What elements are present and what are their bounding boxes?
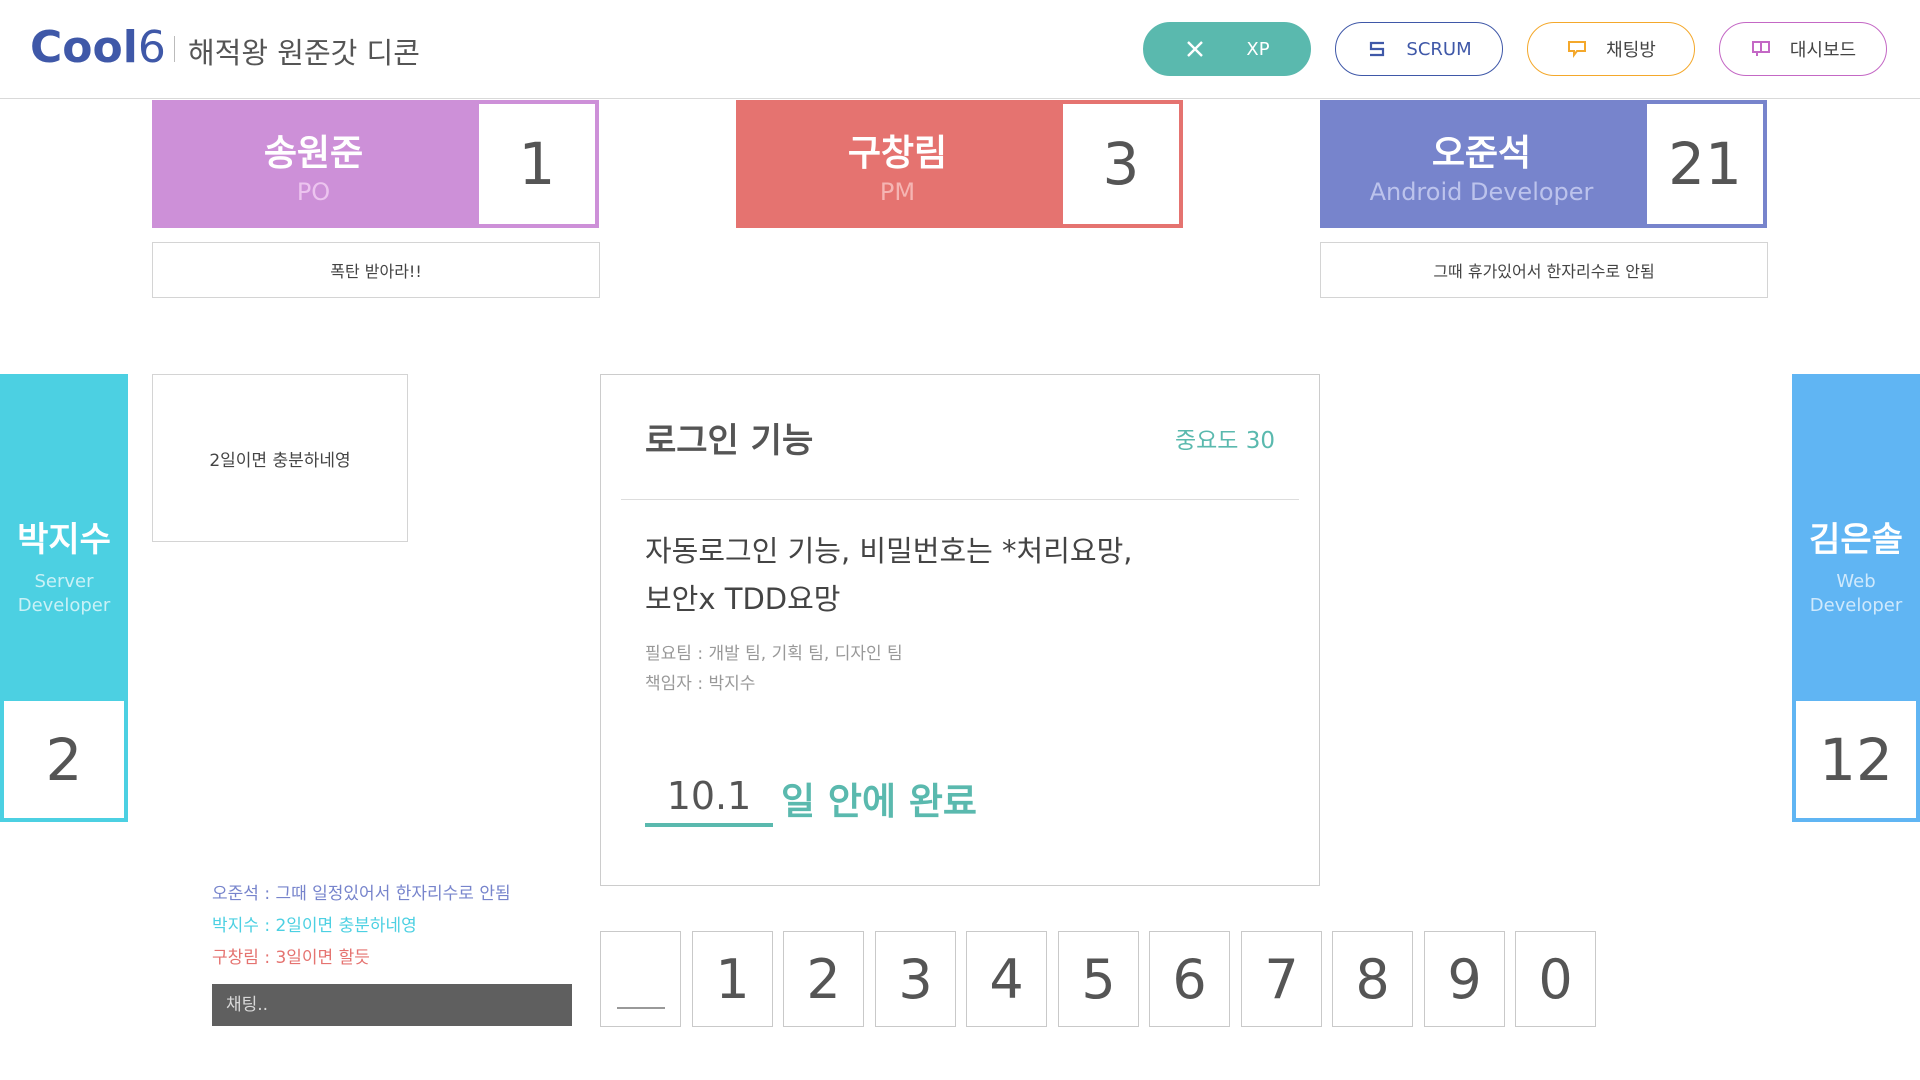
player-message: 2일이면 충분하네영 <box>152 374 408 542</box>
dashboard-button[interactable]: 대시보드 <box>1719 22 1887 76</box>
chat-bubble-icon <box>1568 41 1587 58</box>
vote-key[interactable]: 1 <box>692 931 773 1027</box>
xp-button-label: XP <box>1246 38 1270 60</box>
player-role: Web Developer <box>1809 571 1903 616</box>
s-icon <box>1370 41 1385 57</box>
vote-key[interactable]: 9 <box>1424 931 1505 1027</box>
chat-room-button[interactable]: 채팅방 <box>1527 22 1695 76</box>
vote-key[interactable]: 8 <box>1332 931 1413 1027</box>
player-name: 김은솔 <box>1809 520 1903 560</box>
top-header: Cool6 해적왕 원준갓 디콘 XP SCRUM 채팅방 대시보드 <box>0 0 1920 99</box>
vote-key[interactable]: 4 <box>966 931 1047 1027</box>
player-card-android: 오준석 Android Developer 21 <box>1320 100 1767 228</box>
chat-log: 오준석 : 그때 일정있어서 한자리수로 안됨 박지수 : 2일이면 충분하네영… <box>212 878 511 974</box>
chat-message: 박지수 : 2일이면 충분하네영 <box>212 916 417 936</box>
chat-message: 구창림 : 3일이면 할듯 <box>212 948 370 968</box>
task-meta: 필요팀 : 개발 팀, 기획 팀, 디자인 팀 책임자 : 박지수 <box>645 639 903 699</box>
task-teams: 필요팀 : 개발 팀, 기획 팀, 디자인 팀 <box>645 644 903 664</box>
vote-key[interactable]: 3 <box>875 931 956 1027</box>
due-days-value: 10.1 <box>645 769 773 827</box>
xp-button[interactable]: XP <box>1143 22 1311 76</box>
dashboard-icon <box>1751 41 1770 56</box>
player-name: 송원준 <box>263 133 364 174</box>
player-message: 그때 휴가있어서 한자리수로 안됨 <box>1320 242 1768 298</box>
player-card-web: 김은솔 Web Developer 12 <box>1792 374 1920 822</box>
player-role: Server Developer <box>17 571 111 616</box>
due-days-label: 일 안에 완료 <box>781 780 977 823</box>
task-description: 자동로그인 기능, 비밀번호는 *처리요망, 보안x TDD요망 <box>645 534 1133 616</box>
player-role: PM <box>879 178 916 206</box>
player-score: 21 <box>1643 100 1767 228</box>
player-role: Android Developer <box>1369 178 1594 206</box>
player-role: PO <box>296 178 331 206</box>
room-title: 해적왕 원준갓 디콘 <box>188 36 420 70</box>
scrum-button-label: SCRUM <box>1406 38 1472 60</box>
player-info: 오준석 Android Developer <box>1320 100 1643 228</box>
player-score: 3 <box>1059 100 1183 228</box>
cross-icon <box>1187 41 1204 57</box>
vote-key[interactable]: 2 <box>783 931 864 1027</box>
vote-key[interactable]: 0 <box>1515 931 1596 1027</box>
task-importance: 중요도 30 <box>1174 428 1275 454</box>
task-title: 로그인 기능 <box>645 421 814 461</box>
player-card-po: 송원준 PO 1 <box>152 100 599 228</box>
vote-key-blank[interactable] <box>600 931 681 1027</box>
player-name: 박지수 <box>17 520 111 560</box>
player-info: 송원준 PO <box>152 100 475 228</box>
header-separator <box>174 36 175 62</box>
player-name: 구창림 <box>847 133 948 174</box>
blank-underscore <box>616 1007 665 1009</box>
vote-key[interactable]: 7 <box>1241 931 1322 1027</box>
player-message: 폭탄 받아라!! <box>152 242 600 298</box>
player-card-pm: 구창림 PM 3 <box>736 100 1183 228</box>
player-score: 1 <box>475 100 599 228</box>
dashboard-button-label: 대시보드 <box>1789 40 1857 61</box>
scrum-button[interactable]: SCRUM <box>1335 22 1503 76</box>
player-info: 구창림 PM <box>736 100 1059 228</box>
chat-message: 오준석 : 그때 일정있어서 한자리수로 안됨 <box>212 884 511 904</box>
chat-input[interactable] <box>212 984 572 1026</box>
task-divider <box>621 499 1299 500</box>
player-score: 12 <box>1792 697 1920 822</box>
vote-key[interactable]: 6 <box>1149 931 1230 1027</box>
chat-room-button-label: 채팅방 <box>1606 40 1656 61</box>
player-card-server: 박지수 Server Developer 2 <box>0 374 128 822</box>
app-logo[interactable]: Cool6 <box>30 22 166 73</box>
task-card: 로그인 기능 중요도 30 자동로그인 기능, 비밀번호는 *처리요망, 보안x… <box>600 374 1320 886</box>
vote-key[interactable]: 5 <box>1058 931 1139 1027</box>
player-score: 2 <box>0 697 128 822</box>
task-owner: 책임자 : 박지수 <box>645 674 756 694</box>
player-name: 오준석 <box>1431 133 1532 174</box>
